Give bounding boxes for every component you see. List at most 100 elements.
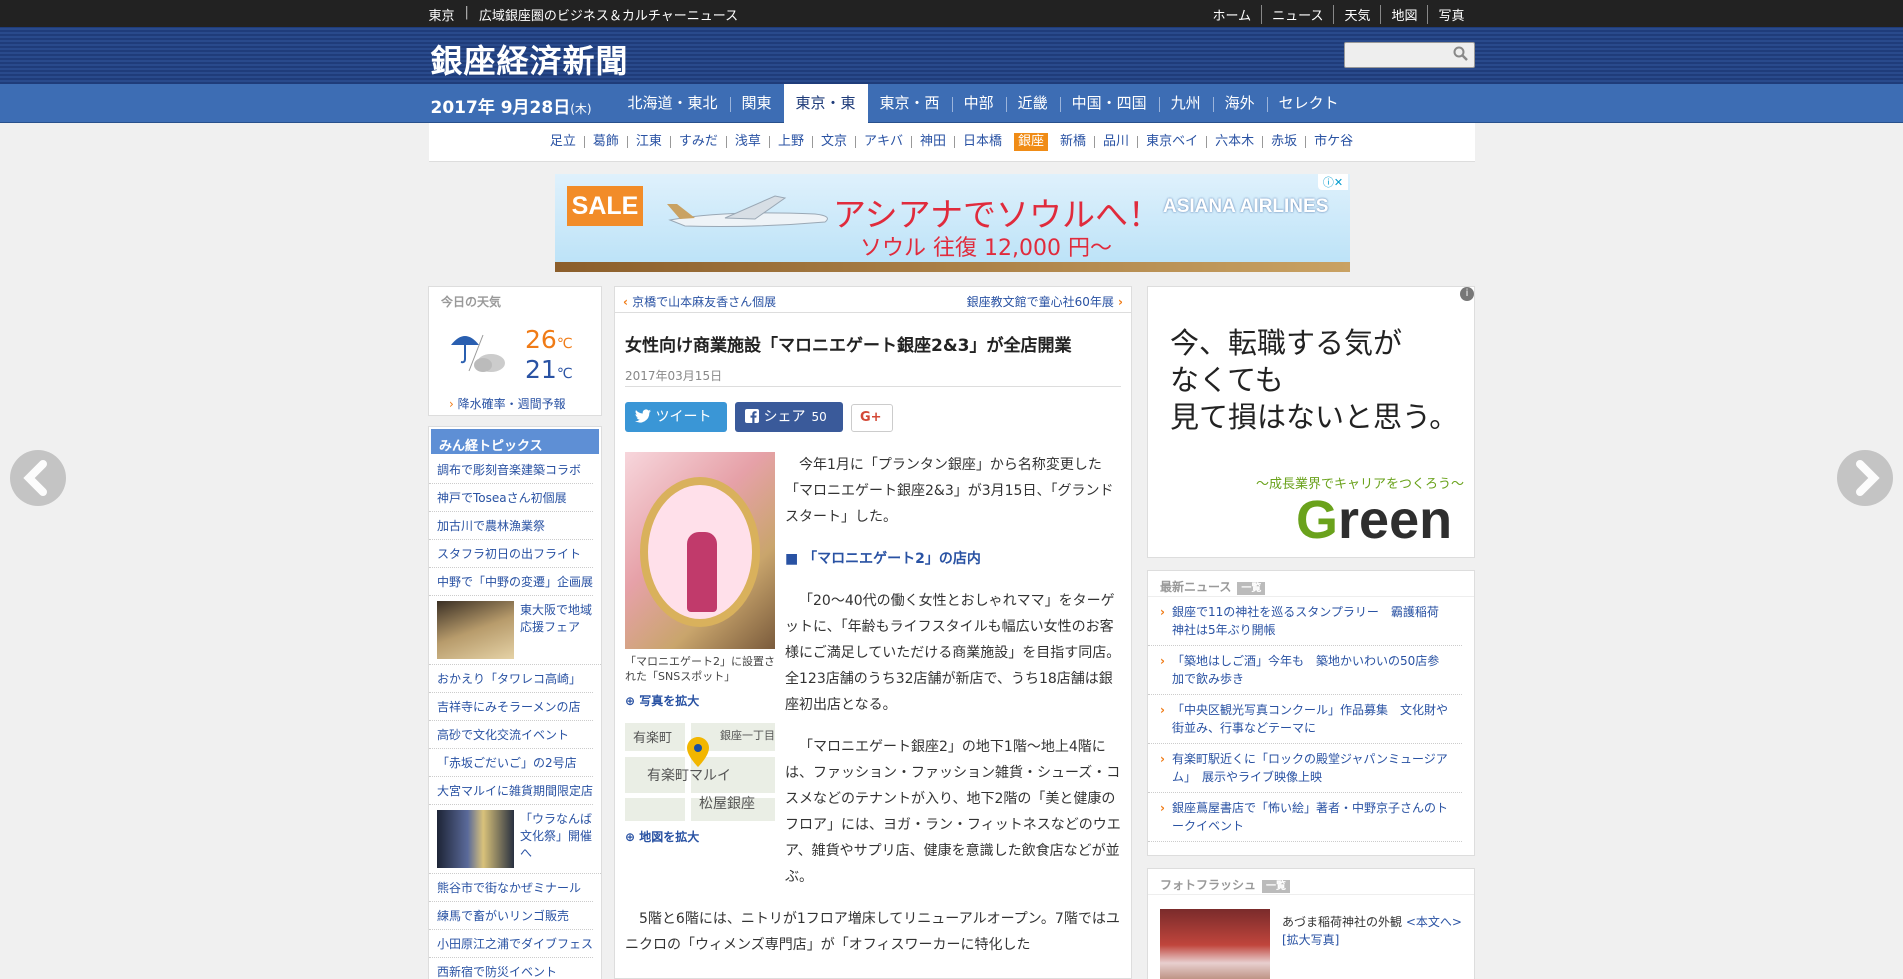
subnav-item[interactable]: 文京 [811, 135, 855, 148]
map-label: 銀座一丁目 [720, 729, 775, 742]
map-thumbnail[interactable]: 有楽町 銀座一丁目 有楽町マルイ 松屋銀座 [625, 723, 775, 821]
topic-item[interactable]: 神戸でToseaさん初個展 [429, 484, 593, 512]
weather-title: 今日の天気 [441, 295, 502, 309]
photoflash-box: フォトフラッシュ 一覧 あづま稲荷神社の外観 <本文へ> [拡大写真] [1147, 868, 1475, 979]
subnav-item[interactable]: 市ケ谷 [1305, 135, 1361, 148]
map-pin-icon [687, 737, 709, 767]
map-label: 松屋銀座 [699, 796, 755, 812]
topic-item[interactable]: 加古川で農林漁業祭 [429, 512, 593, 540]
magnifier-icon: ⊕ [625, 694, 636, 708]
topic-item[interactable]: スタフラ初日の出フライト [429, 540, 593, 568]
top-link-home[interactable]: ホーム [1202, 5, 1261, 24]
area-subnav: 足立 葛飾 江東 すみだ 浅草 上野 文京 アキバ 神田 日本橋 銀座 新橋 品… [428, 123, 1475, 162]
news-item[interactable]: 「中央区観光写真コンクール」作品募集 文化財や街並み、行事などテーマに [1148, 695, 1462, 744]
subnav-item[interactable]: 東京ベイ [1137, 135, 1206, 148]
ad-info-icon[interactable]: i [1460, 287, 1474, 301]
topic-item[interactable]: 高砂で文化交流イベント [429, 721, 593, 749]
topic-item[interactable]: 調布で彫刻音楽建築コラボ [429, 456, 593, 484]
news-item[interactable]: 「築地はしご酒」今年も 築地かいわいの50店参加で飲み歩き [1148, 646, 1462, 695]
region-tab[interactable]: 関東 [729, 84, 784, 123]
topic-item[interactable]: おかえり「タワレコ高崎」 [429, 665, 593, 693]
airline-name: ASIANA AIRLINES [1163, 196, 1329, 217]
top-link-map[interactable]: 地図 [1380, 5, 1427, 24]
top-link-news[interactable]: ニュース [1261, 5, 1333, 24]
subnav-item[interactable]: 六本木 [1206, 135, 1262, 148]
list-button[interactable]: 一覧 [1262, 880, 1291, 893]
region-tab[interactable]: 北海道・東北 [616, 84, 730, 123]
topic-item[interactable]: 練馬で畜がいリンゴ販売 [429, 902, 593, 930]
banner-stripe [555, 262, 1350, 272]
prev-arrow-button[interactable] [10, 450, 66, 506]
article-title: 女性向け商業施設「マロニエゲート銀座2&3」が全店開業 [625, 336, 1072, 356]
news-item[interactable]: 銀座で11の神社を巡るスタンプラリー 霸護稲荷神社は5年ぶり開帳 [1148, 597, 1462, 646]
topic-item-photo[interactable]: 「ウラなんば文化祭」開催へ [429, 805, 601, 874]
subnav-item[interactable]: 新橋 [1052, 135, 1094, 148]
ad-copy: 今、転職する気が なくても 見て損はないと思う。 [1170, 326, 1459, 434]
weather-box: 今日の天気 26℃ 21℃ 降水確率・週間予報 [428, 286, 602, 416]
photoflash-thumbnail[interactable] [1160, 909, 1270, 979]
side-ad[interactable]: i 今、転職する気が なくても 見て損はないと思う。 〜成長業界でキャリアをつく… [1147, 286, 1475, 558]
subnav-item[interactable]: すみだ [669, 135, 726, 148]
facebook-share-button[interactable]: シェア 50 [735, 402, 843, 432]
next-arrow-button[interactable] [1837, 450, 1893, 506]
read-more-link[interactable]: <本文へ> [1406, 915, 1462, 929]
facebook-icon [745, 409, 759, 423]
zoom-map-link[interactable]: ⊕ 地図を拡大 [625, 828, 699, 845]
subnav-item[interactable]: 上野 [768, 135, 812, 148]
site-header: 銀座経済新聞 [0, 27, 1903, 84]
zoom-photo-link[interactable]: [拡大写真] [1282, 933, 1339, 947]
banner-price: ソウル 往復 12,000 円〜 [860, 236, 1112, 261]
forecast-link[interactable]: 降水確率・週間予報 [449, 395, 566, 412]
airplane-icon [667, 195, 828, 227]
adchoices-icon[interactable]: ⓘ✕ [1318, 174, 1348, 190]
gplus-button[interactable]: G+ [851, 404, 893, 432]
prev-article-link[interactable]: 京橋で山本麻友香さん個展 [623, 293, 776, 310]
subnav-item[interactable]: 品川 [1094, 135, 1137, 148]
news-item[interactable]: 有楽町駅近くに「ロックの殿堂ジャパンミュージアム」 展示やライブ映像上映 [1148, 744, 1462, 793]
region-tab[interactable]: 近畿 [1005, 84, 1060, 123]
site-logo[interactable]: 銀座経済新聞 [431, 36, 629, 82]
zoom-photo-link[interactable]: ⊕ 写真を拡大 [625, 692, 699, 709]
region-tab[interactable]: 九州 [1158, 84, 1213, 123]
banner-ad[interactable]: SALE アシアナでソウルへ！ ASIANA AIRLINES ソウル 往復 1… [555, 174, 1350, 272]
top-link-photo[interactable]: 写真 [1427, 5, 1474, 24]
subnav-item-active[interactable]: 銀座 [1014, 133, 1049, 151]
region-tab[interactable]: セレクト [1266, 84, 1351, 123]
region-tab[interactable]: 海外 [1212, 84, 1267, 123]
subnav-item[interactable]: 日本橋 [954, 135, 1010, 148]
site-tagline: 広域銀座圏のビジネス＆カルチャーニュース [478, 9, 739, 24]
topic-item-photo[interactable]: 東大阪で地域応援フェア [429, 596, 601, 665]
list-button[interactable]: 一覧 [1237, 582, 1266, 595]
subnav-item[interactable]: アキバ [854, 135, 911, 148]
topic-thumbnail[interactable] [437, 601, 514, 659]
next-article-link[interactable]: 銀座教文館で童心社60年展 [967, 293, 1123, 310]
topic-item[interactable]: 小田原江之浦でダイブフェス [429, 930, 593, 958]
search-input[interactable] [1343, 42, 1475, 68]
region-tab[interactable]: 中国・四国 [1059, 84, 1159, 123]
subnav-item[interactable]: 足立 [542, 135, 584, 148]
news-item[interactable]: 銀座蔦屋書店で「怖い絵」著者・中野京子さんのトークイベント [1148, 793, 1462, 842]
subnav-item[interactable]: 赤坂 [1262, 135, 1305, 148]
subnav-item[interactable]: 神田 [910, 135, 954, 148]
topic-item[interactable]: 吉祥寺にみそラーメンの店 [429, 693, 593, 721]
region-tab[interactable]: 中部 [951, 84, 1006, 123]
photoflash-caption: あづま稲荷神社の外観 <本文へ> [拡大写真] [1282, 915, 1462, 947]
topic-item[interactable]: 熊谷市で街なかぜミナール [429, 874, 593, 902]
topic-item[interactable]: 中野で「中野の変遷」企画展 [429, 568, 593, 596]
top-link-weather[interactable]: 天気 [1333, 5, 1380, 24]
topic-thumbnail[interactable] [437, 810, 514, 868]
banner-headline: アシアナでソウルへ！ [833, 195, 1162, 234]
region-tab[interactable]: 東京・西 [868, 84, 952, 123]
subnav-item[interactable]: 江東 [626, 135, 670, 148]
article-photo[interactable] [625, 452, 775, 649]
region-tab-active[interactable]: 東京・東 [783, 84, 868, 123]
tweet-button[interactable]: ツイート [625, 402, 727, 432]
subnav-item[interactable]: 浅草 [725, 135, 769, 148]
camera-icon: ■ [785, 551, 804, 567]
topic-item[interactable]: 西新宿で防災イベント [429, 958, 593, 979]
topic-item[interactable]: 大宮マルイに雑貨期間限定店 [429, 777, 593, 805]
subnav-item[interactable]: 葛飾 [583, 135, 627, 148]
area-label: 東京 [428, 9, 455, 24]
topic-item[interactable]: 「赤坂ごだいご」の2号店 [429, 749, 593, 777]
search-icon[interactable] [1452, 45, 1470, 63]
